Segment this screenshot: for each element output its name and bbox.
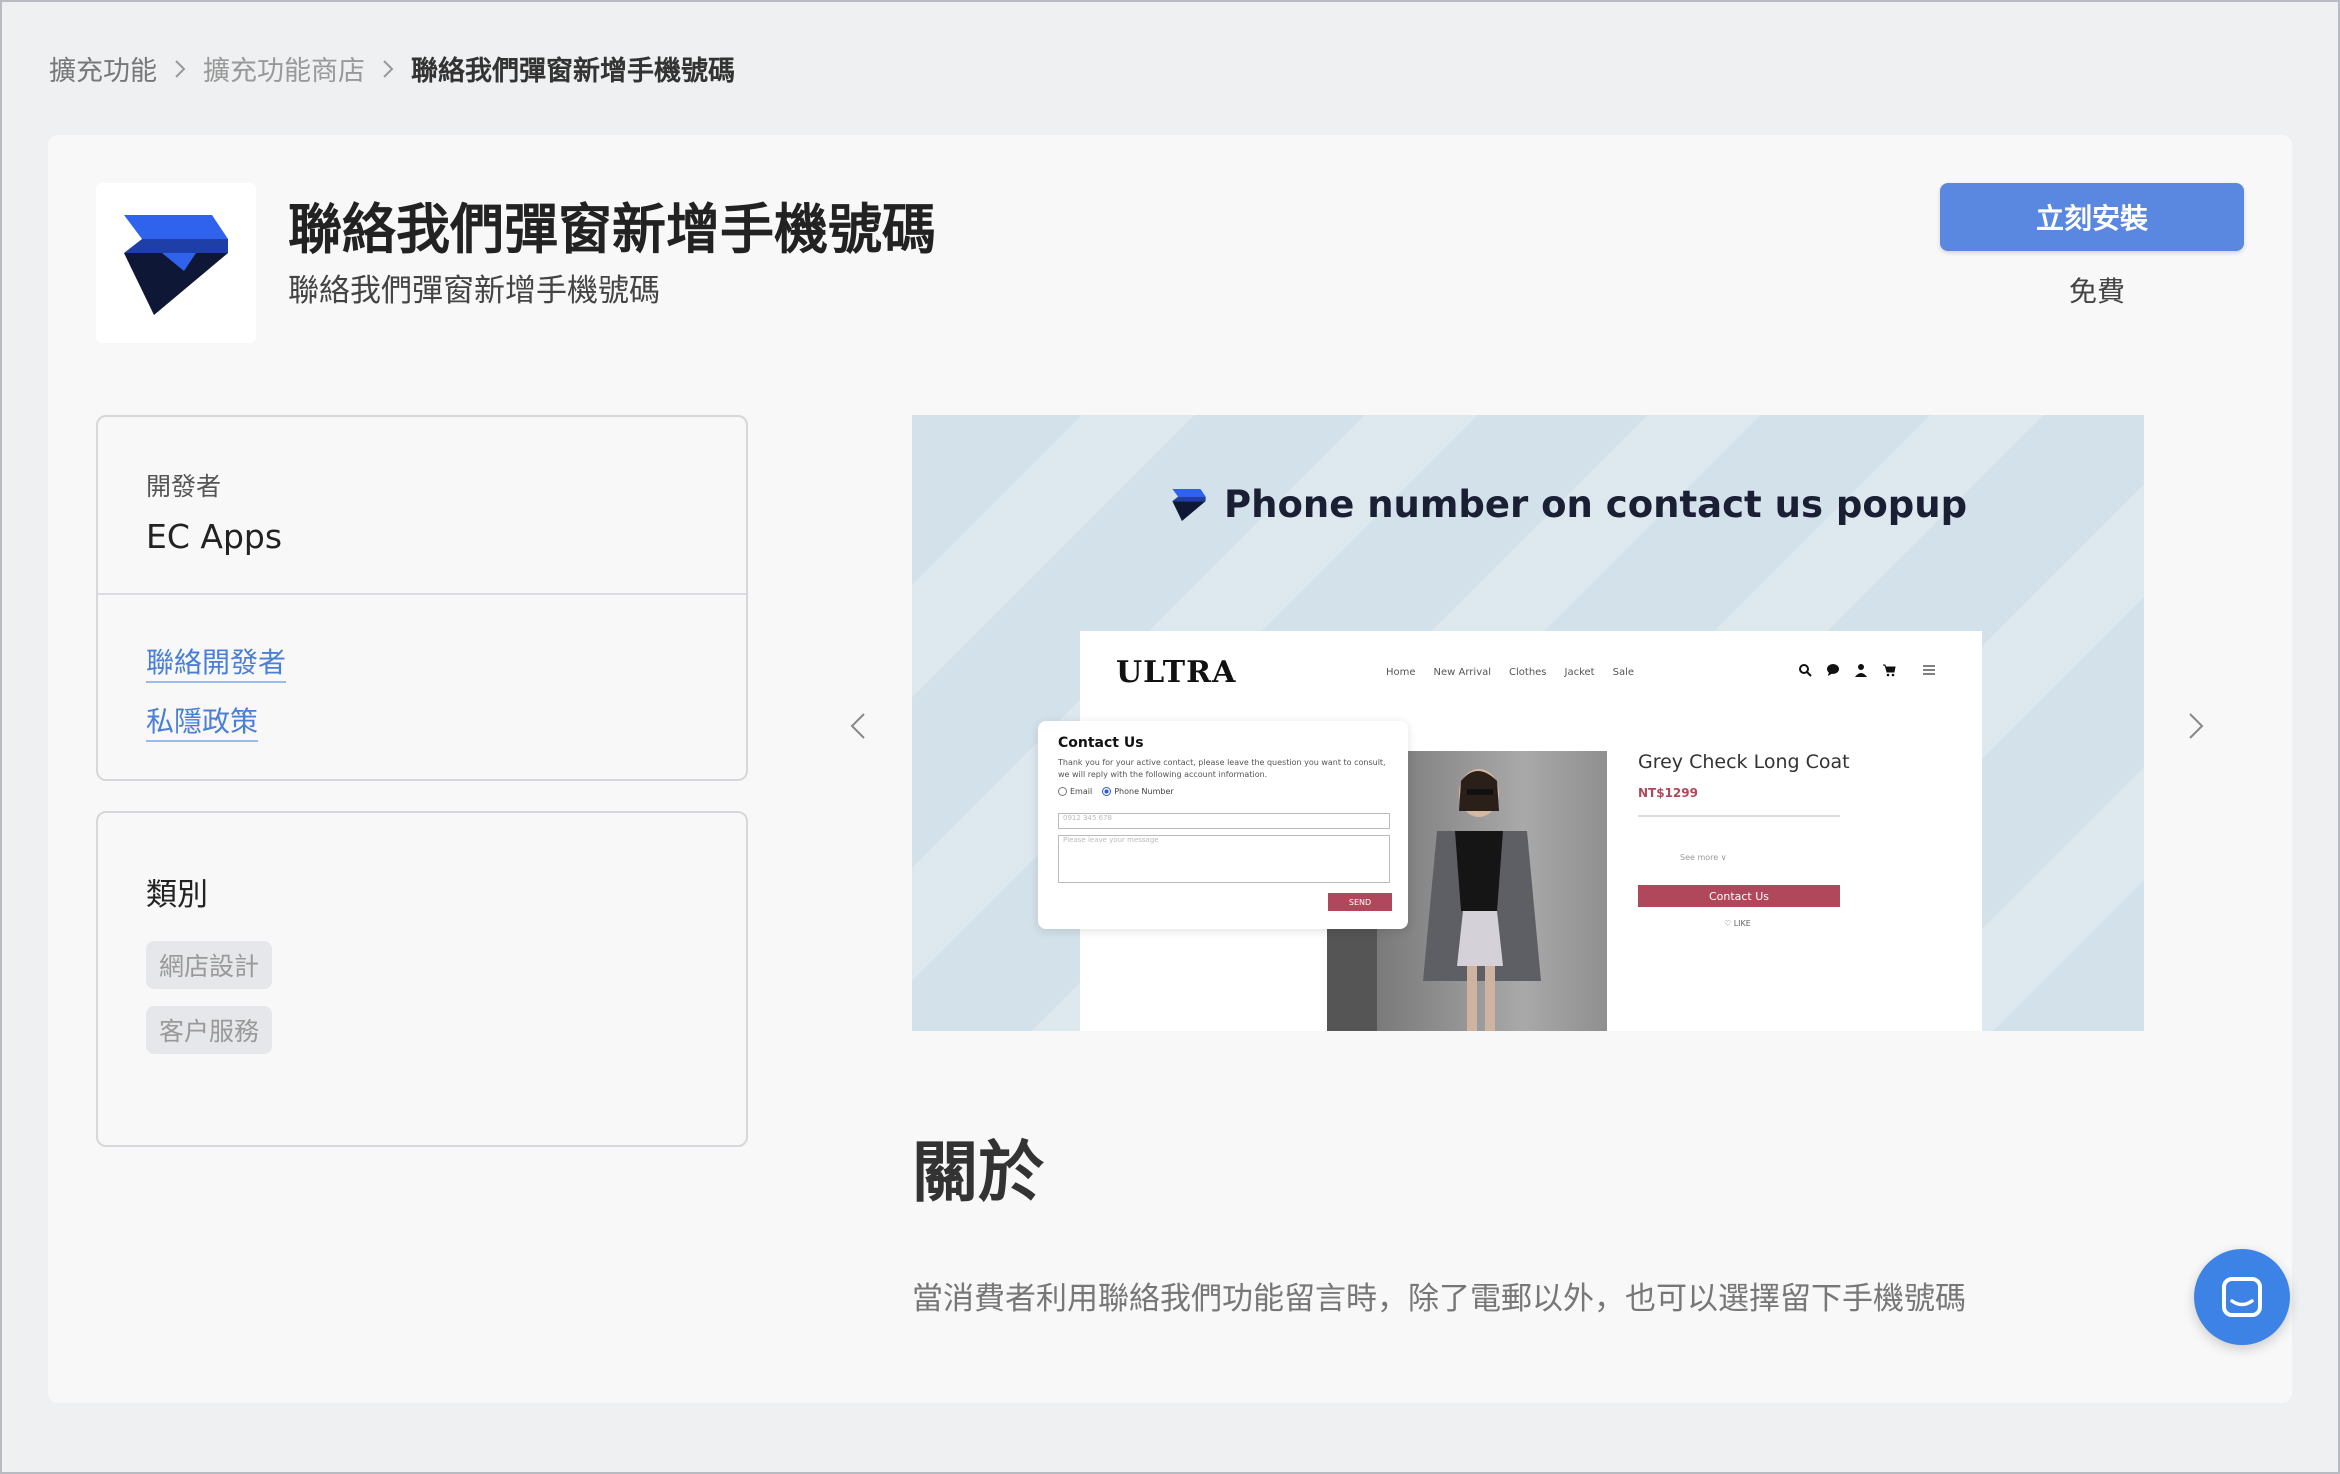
store-nav: Home New Arrival Clothes Jacket Sale — [1386, 667, 1634, 678]
radio-phone: Phone Number — [1102, 787, 1174, 796]
chevron-right-icon[interactable] — [2176, 706, 2216, 746]
popup-send-button: SEND — [1328, 893, 1392, 911]
ec-apps-logo-icon — [1172, 488, 1206, 521]
screenshot-slide: Phone number on contact us popup ULTRA H… — [912, 415, 2144, 1031]
store-nav-item: New Arrival — [1433, 667, 1492, 678]
user-icon — [1855, 664, 1867, 677]
store-icons — [1798, 663, 1936, 677]
developer-name: EC Apps — [146, 517, 283, 556]
search-icon — [1799, 664, 1812, 677]
chat-icon — [1827, 664, 1839, 676]
breadcrumb-item-extensions[interactable]: 擴充功能 — [49, 49, 157, 88]
breadcrumb: 擴充功能 擴充功能商店 聯絡我們彈窗新增手機號碼 — [49, 44, 735, 92]
category-title: 類別 — [146, 877, 208, 913]
about-title: 關於 — [912, 1134, 1044, 1211]
cart-icon — [1883, 664, 1896, 677]
store-logo: ULTRA — [1116, 655, 1237, 690]
divider — [98, 593, 746, 595]
popup-description: Thank you for your active contact, pleas… — [1058, 758, 1386, 779]
chevron-left-icon[interactable] — [838, 706, 878, 746]
developer-panel: 開發者 EC Apps 聯絡開發者 私隱政策 — [96, 415, 748, 781]
privacy-policy-link[interactable]: 私隱政策 — [146, 704, 259, 742]
radio-email: Email — [1058, 787, 1092, 796]
chevron-right-icon — [365, 53, 411, 84]
category-tag[interactable]: 網店設計 — [146, 941, 273, 989]
mock-contact-popup: Contact Us Thank you for your active con… — [1038, 721, 1408, 929]
see-more-link: See more ∨ — [1680, 853, 1727, 862]
about-text: 當消費者利用聯絡我們功能留言時，除了電郵以外，也可以選擇留下手機號碼 — [912, 1281, 1966, 1317]
store-nav-item: Jacket — [1564, 667, 1595, 678]
breadcrumb-item-current: 聯絡我們彈窗新增手機號碼 — [411, 55, 735, 87]
app-subtitle: 聯絡我們彈窗新增手機號碼 — [288, 273, 660, 309]
chat-bubble-icon — [2222, 1277, 2262, 1317]
divider — [1638, 815, 1840, 817]
chevron-right-icon — [157, 53, 203, 84]
mock-contact-us-button: Contact Us — [1638, 885, 1840, 907]
store-nav-item: Sale — [1612, 667, 1635, 678]
store-nav-item: Clothes — [1509, 667, 1547, 678]
developer-label: 開發者 — [146, 472, 222, 501]
ec-apps-logo-icon — [96, 183, 256, 343]
store-nav-item: Home — [1386, 667, 1416, 678]
popup-title: Contact Us — [1058, 735, 1144, 751]
breadcrumb-item-store[interactable]: 擴充功能商店 — [203, 49, 365, 88]
app-title: 聯絡我們彈窗新增手機號碼 — [288, 198, 936, 261]
menu-icon — [1923, 665, 1935, 675]
install-button[interactable]: 立刻安裝 — [1940, 183, 2244, 251]
category-panel: 類別 網店設計 客户服務 — [96, 811, 748, 1147]
price-label: 免費 — [2068, 275, 2125, 308]
category-tag[interactable]: 客户服務 — [146, 1006, 273, 1054]
contact-developer-link[interactable]: 聯絡開發者 — [146, 645, 287, 683]
chat-widget-button[interactable] — [2194, 1249, 2290, 1345]
popup-phone-field: 0912 345 678 — [1058, 813, 1390, 829]
popup-message-field: Please leave your message — [1058, 835, 1390, 883]
like-label: ♡ LIKE — [1724, 919, 1751, 928]
app-detail-card: 聯絡我們彈窗新增手機號碼 聯絡我們彈窗新增手機號碼 立刻安裝 免費 開發者 EC… — [48, 135, 2292, 1403]
slide-heading-text: Phone number on contact us popup — [1224, 483, 1968, 526]
slide-heading: Phone number on contact us popup — [1172, 483, 1967, 526]
product-price: NT$1299 — [1638, 786, 1698, 800]
popup-radio-group: Email Phone Number — [1058, 787, 1174, 796]
product-name: Grey Check Long Coat — [1638, 751, 1850, 773]
